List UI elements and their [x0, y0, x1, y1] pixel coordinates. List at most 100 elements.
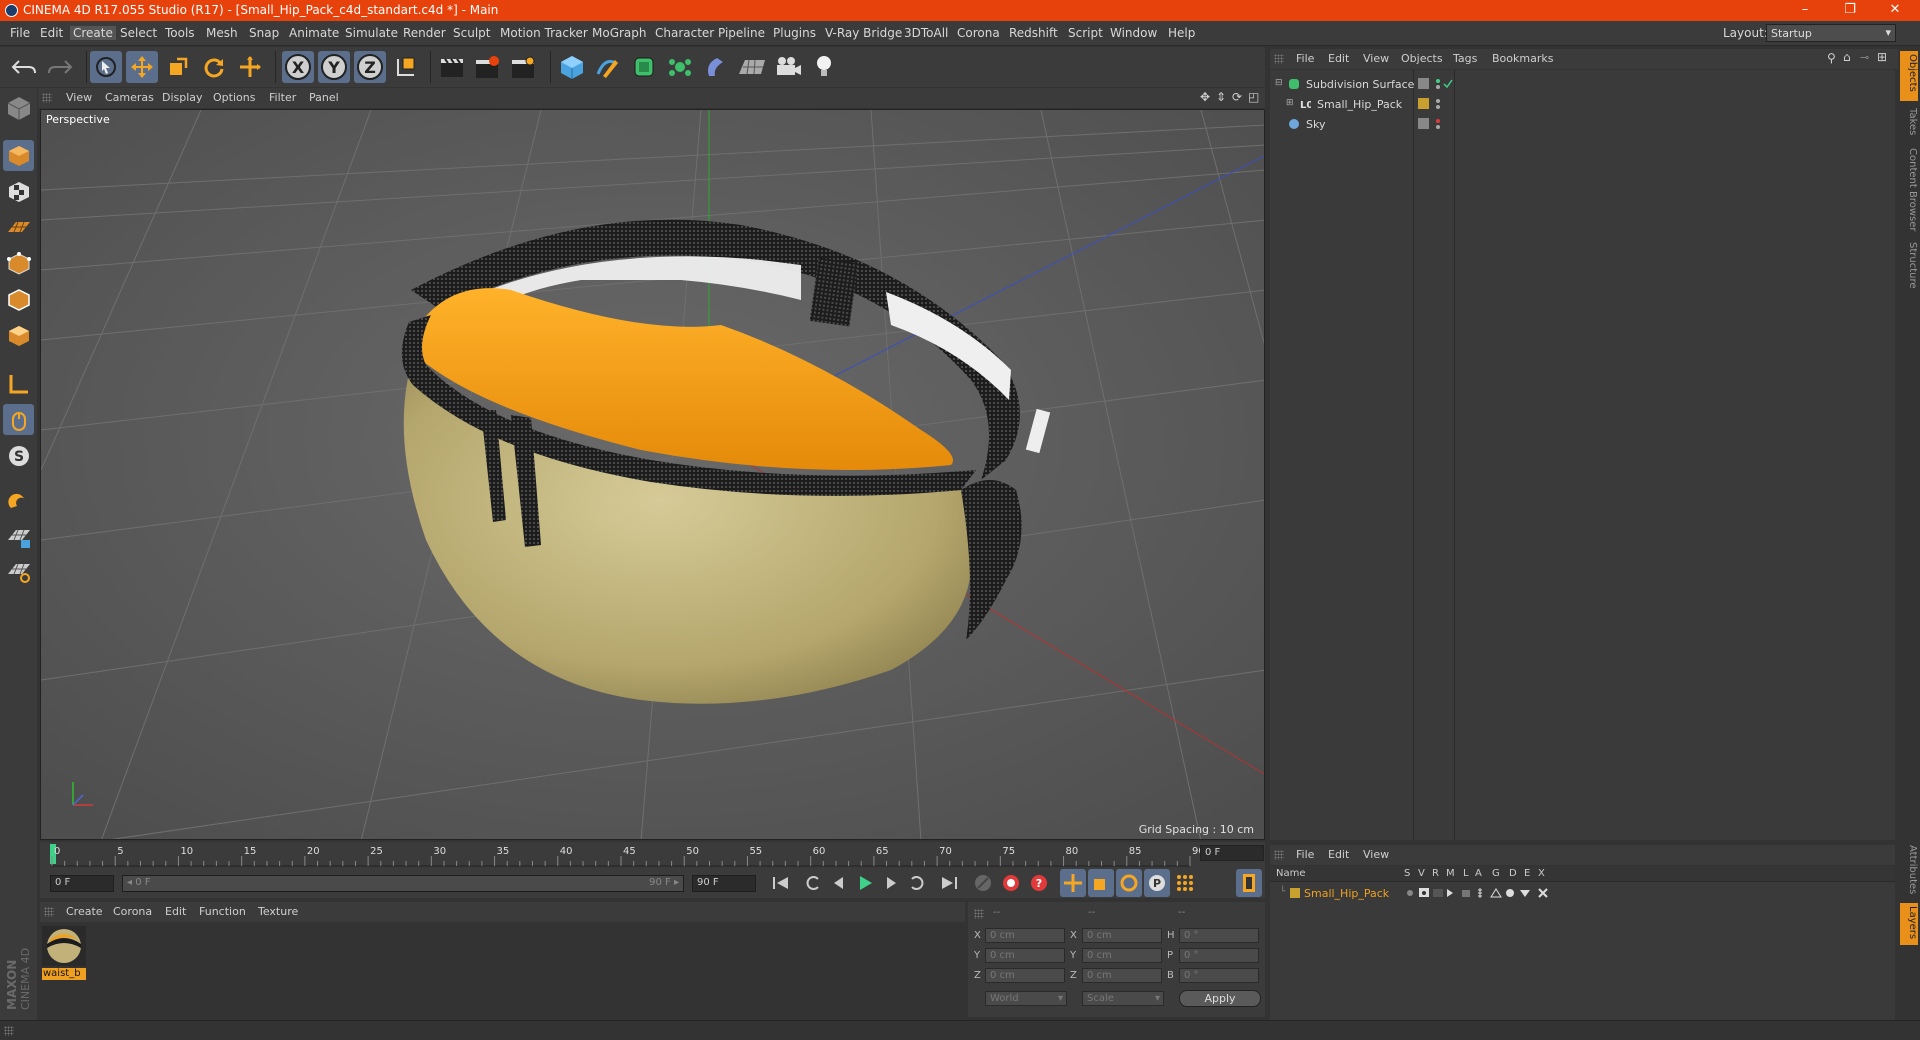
layer-col-view[interactable]: V: [1418, 868, 1425, 879]
start-frame-field[interactable]: 0 F: [50, 875, 114, 892]
spline-pen-button[interactable]: [592, 51, 624, 83]
current-frame-field[interactable]: 0 F: [1200, 845, 1264, 861]
layer-col-solo[interactable]: S: [1404, 868, 1410, 879]
camera-button[interactable]: [772, 51, 804, 83]
menu-plugins[interactable]: Plugins: [773, 26, 816, 40]
timeline-ruler[interactable]: 0 5 10 15 20 25 30 35 40 45 50 55 60 65 70 75 80 85 90: [40, 842, 1265, 870]
deformer-button[interactable]: [700, 51, 732, 83]
object-menu-edit[interactable]: Edit: [1328, 52, 1349, 65]
tab-attributes[interactable]: Attributes: [1900, 842, 1918, 898]
key-pla-button[interactable]: [1172, 869, 1198, 897]
visibility-dots-icon[interactable]: [1418, 78, 1454, 90]
coordinate-space-select[interactable]: World ▾: [985, 991, 1067, 1006]
layout-select[interactable]: Startup ▾: [1766, 24, 1896, 42]
minimize-button[interactable]: –: [1785, 2, 1825, 17]
menu-redshift[interactable]: Redshift: [1009, 26, 1058, 40]
rotation-b-field[interactable]: 0 °: [1179, 968, 1259, 983]
z-axis-lock-button[interactable]: Z: [354, 51, 386, 83]
menu-3dtoall[interactable]: 3DToAll: [904, 26, 948, 40]
menu-snap[interactable]: Snap: [249, 26, 279, 40]
object-row[interactable]: Sky: [1270, 115, 1895, 134]
menu-sculpt[interactable]: Sculpt: [453, 26, 490, 40]
position-y-field[interactable]: 0 cm: [985, 948, 1065, 963]
material-swatch[interactable]: waist_b: [42, 926, 86, 982]
light-button[interactable]: [808, 51, 840, 83]
material-menu-texture[interactable]: Texture: [258, 905, 298, 918]
record-button[interactable]: [998, 869, 1024, 897]
next-frame-button[interactable]: [878, 869, 904, 897]
planar-workplane-button[interactable]: [3, 556, 34, 587]
end-frame-field[interactable]: 90 F: [692, 875, 756, 892]
timeline-window-button[interactable]: [1236, 869, 1262, 897]
layer-col-generators[interactable]: G: [1492, 868, 1500, 879]
menu-mesh[interactable]: Mesh: [206, 26, 238, 40]
viewport-menu-view[interactable]: View: [66, 91, 92, 104]
render-picture-viewer-button[interactable]: [472, 51, 504, 83]
menu-help[interactable]: Help: [1168, 26, 1195, 40]
layer-toggle-icons[interactable]: [1406, 887, 1556, 899]
material-menu-function[interactable]: Function: [199, 905, 246, 918]
y-axis-lock-button[interactable]: Y: [318, 51, 350, 83]
layer-col-animation[interactable]: A: [1475, 868, 1482, 879]
layer-col-xref[interactable]: X: [1538, 868, 1545, 879]
object-menu-view[interactable]: View: [1363, 52, 1389, 65]
model-mode-button[interactable]: [3, 140, 34, 171]
play-button[interactable]: [852, 869, 878, 897]
menu-edit[interactable]: Edit: [40, 26, 63, 40]
rotation-p-field[interactable]: 0 °: [1179, 948, 1259, 963]
subdivision-surface-button[interactable]: [628, 51, 660, 83]
search-icon[interactable]: ⚲: [1827, 51, 1836, 65]
menu-select[interactable]: Select: [120, 26, 157, 40]
layer-menu-edit[interactable]: Edit: [1328, 848, 1349, 861]
pan-view-icon[interactable]: ✥: [1200, 90, 1210, 104]
menu-create[interactable]: Create: [70, 26, 116, 40]
viewport-menu-display[interactable]: Display: [162, 91, 203, 104]
key-parameter-button[interactable]: P: [1144, 869, 1170, 897]
viewport-menu-cameras[interactable]: Cameras: [105, 91, 154, 104]
restore-button[interactable]: ❐: [1830, 2, 1870, 17]
size-mode-select[interactable]: Scale ▾: [1082, 991, 1164, 1006]
cube-primitive-button[interactable]: [556, 51, 588, 83]
tab-takes[interactable]: Takes: [1900, 105, 1918, 141]
menu-character[interactable]: Character: [655, 26, 714, 40]
expand-icon[interactable]: ⊞: [1877, 50, 1887, 64]
dolly-view-icon[interactable]: ⇕: [1216, 90, 1226, 104]
size-x-field[interactable]: 0 cm: [1082, 928, 1162, 943]
menu-simulate[interactable]: Simulate: [345, 26, 398, 40]
maximize-view-icon[interactable]: ◰: [1248, 90, 1259, 104]
object-menu-objects[interactable]: Objects: [1401, 52, 1443, 65]
menu-tools[interactable]: Tools: [165, 26, 195, 40]
viewport-menu-options[interactable]: Options: [213, 91, 255, 104]
record-disabled-button[interactable]: [970, 869, 996, 897]
object-menu-file[interactable]: File: [1296, 52, 1314, 65]
scale-tool-button[interactable]: [162, 51, 194, 83]
menu-pipeline[interactable]: Pipeline: [718, 26, 765, 40]
polygons-mode-button[interactable]: [3, 320, 34, 351]
layer-col-locked[interactable]: L: [1463, 868, 1469, 879]
rotate-view-icon[interactable]: ⟳: [1232, 90, 1242, 104]
close-button[interactable]: ✕: [1875, 2, 1915, 17]
rotation-h-field[interactable]: 0 °: [1179, 928, 1259, 943]
lock-workplane-button[interactable]: [3, 522, 34, 553]
floor-button[interactable]: [736, 51, 768, 83]
coordinate-system-button[interactable]: [390, 51, 422, 83]
transform-tool-button[interactable]: [234, 51, 266, 83]
viewport-menu-filter[interactable]: Filter: [269, 91, 296, 104]
move-tool-button[interactable]: [126, 51, 158, 83]
render-settings-button[interactable]: [508, 51, 540, 83]
menu-render[interactable]: Render: [403, 26, 446, 40]
menu-file[interactable]: File: [10, 26, 30, 40]
edges-mode-button[interactable]: [3, 284, 34, 315]
autokey-button[interactable]: ?: [1026, 869, 1052, 897]
layer-col-expressions[interactable]: E: [1524, 868, 1530, 879]
layer-color-dots-icon[interactable]: [1418, 98, 1448, 110]
menu-animate[interactable]: Animate: [289, 26, 339, 40]
live-selection-button[interactable]: [90, 51, 122, 83]
points-mode-button[interactable]: [3, 248, 34, 279]
tab-layers[interactable]: Layers: [1900, 903, 1918, 945]
go-to-start-button[interactable]: [768, 869, 794, 897]
workplane-mode-button[interactable]: [3, 212, 34, 243]
home-icon[interactable]: ⌂: [1843, 50, 1851, 64]
make-editable-button[interactable]: [3, 92, 34, 123]
material-menu-edit[interactable]: Edit: [165, 905, 186, 918]
